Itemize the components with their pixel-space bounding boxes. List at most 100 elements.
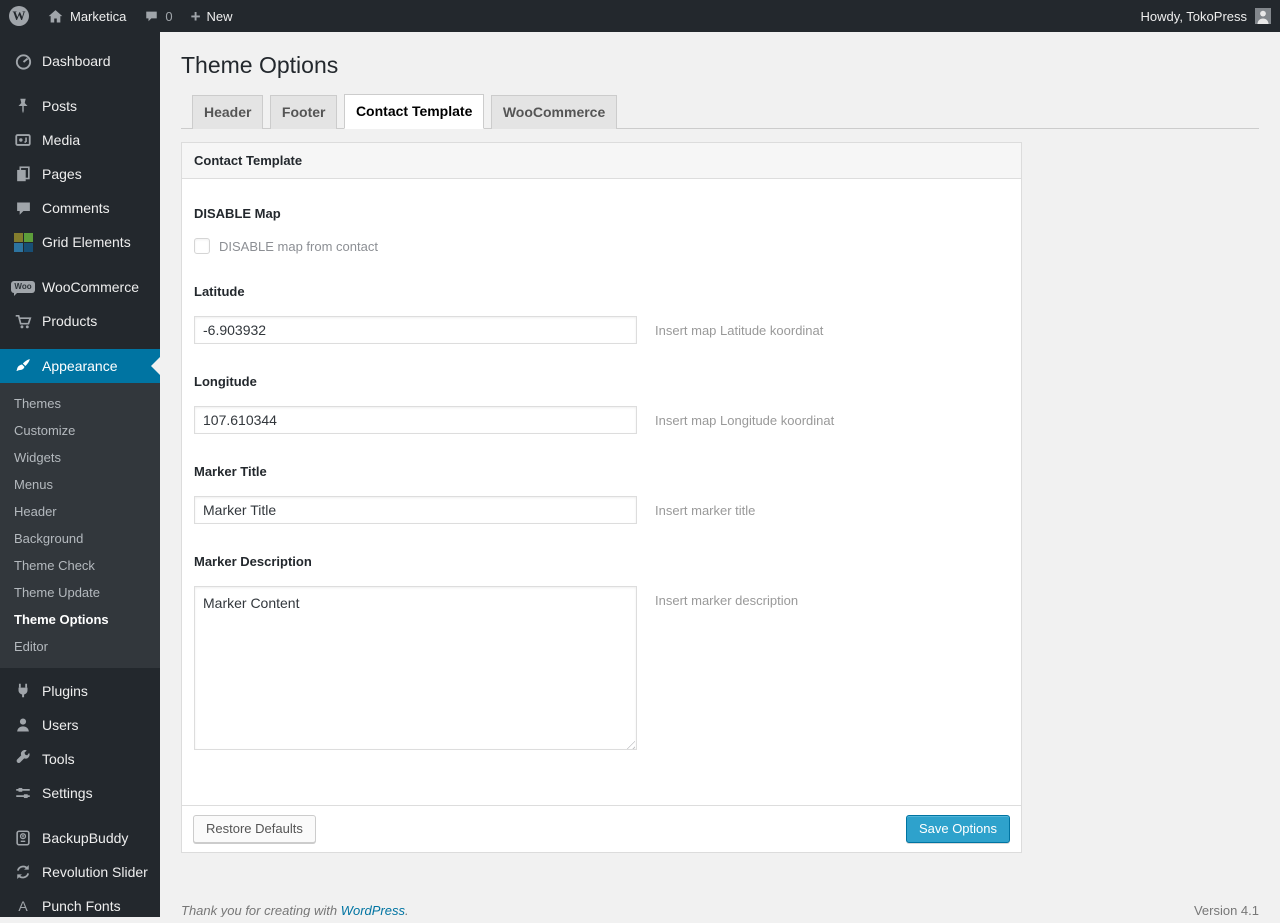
tab-bar: Header Footer Contact Template WooCommer… xyxy=(181,94,1259,129)
sidebar-item-dashboard[interactable]: Dashboard xyxy=(0,44,160,78)
sidebar-item-label: Punch Fonts xyxy=(42,898,121,914)
comments-counter[interactable]: 0 xyxy=(135,0,181,32)
sidebar-item-label: Grid Elements xyxy=(42,234,131,250)
tab-woocommerce[interactable]: WooCommerce xyxy=(490,95,618,129)
sidebar-item-label: Settings xyxy=(42,785,93,801)
comment-bubble-icon xyxy=(144,9,159,24)
submenu-item-menus[interactable]: Menus xyxy=(0,471,160,498)
field-longitude: Longitude Insert map Longitude koordinat xyxy=(194,374,1009,434)
sidebar-item-pages[interactable]: Pages xyxy=(0,157,160,191)
submenu-item-header[interactable]: Header xyxy=(0,498,160,525)
comment-count: 0 xyxy=(165,8,173,24)
sidebar-item-revolution-slider[interactable]: Revolution Slider xyxy=(0,855,160,889)
avatar xyxy=(1255,8,1271,24)
submenu-item-customize[interactable]: Customize xyxy=(0,417,160,444)
media-icon xyxy=(13,130,33,150)
sidebar-item-label: Media xyxy=(42,132,81,148)
latitude-input[interactable] xyxy=(194,316,637,344)
sidebar-item-label: Products xyxy=(42,313,98,329)
sidebar-item-plugins[interactable]: Plugins xyxy=(0,674,160,708)
tab-footer[interactable]: Footer xyxy=(269,95,338,129)
admin-bar: W Marketica 0 + New Howdy, TokoPress xyxy=(0,0,1280,32)
main-content: Theme Options Header Footer Contact Temp… xyxy=(160,32,1280,917)
disable-map-checkbox[interactable] xyxy=(194,238,210,254)
longitude-input[interactable] xyxy=(194,406,637,434)
field-label: Marker Title xyxy=(194,464,267,479)
submenu-item-themes[interactable]: Themes xyxy=(0,390,160,417)
user-icon xyxy=(13,715,33,735)
marker-title-input[interactable] xyxy=(194,496,637,524)
submenu-item-background[interactable]: Background xyxy=(0,525,160,552)
sidebar-item-label: BackupBuddy xyxy=(42,830,129,846)
pages-icon xyxy=(13,164,33,184)
sidebar-item-tools[interactable]: Tools xyxy=(0,742,160,776)
panel-footer: Restore Defaults Save Options xyxy=(182,805,1021,852)
marker-description-textarea[interactable]: Marker Content xyxy=(194,586,637,750)
sidebar-item-products[interactable]: Products xyxy=(0,304,160,338)
wordpress-link[interactable]: WordPress xyxy=(341,903,405,917)
howdy-text: Howdy, TokoPress xyxy=(1140,8,1247,24)
site-name: Marketica xyxy=(70,8,127,24)
my-account-menu[interactable]: Howdy, TokoPress xyxy=(1132,0,1280,32)
footer-thanks: Thank you for creating with WordPress. xyxy=(181,903,409,917)
field-hint: Insert map Longitude koordinat xyxy=(655,413,835,428)
submenu-item-editor[interactable]: Editor xyxy=(0,633,160,660)
sidebar-item-label: Revolution Slider xyxy=(42,864,148,880)
tab-header[interactable]: Header xyxy=(192,95,264,129)
submenu-item-theme-check[interactable]: Theme Check xyxy=(0,552,160,579)
sidebar-item-grid-elements[interactable]: Grid Elements xyxy=(0,225,160,259)
rotate-arrows-icon xyxy=(13,862,33,882)
field-label: DISABLE Map xyxy=(194,206,281,221)
wrench-icon xyxy=(13,749,33,769)
sidebar-item-label: Users xyxy=(42,717,79,733)
woocommerce-badge-icon: Woo xyxy=(11,277,35,297)
home-icon xyxy=(47,8,64,25)
new-label: New xyxy=(206,8,233,24)
sliders-icon xyxy=(13,783,33,803)
wordpress-logo-menu[interactable]: W xyxy=(0,0,38,32)
comment-bubble-icon xyxy=(13,198,33,218)
sidebar-item-label: Pages xyxy=(42,166,82,182)
sidebar-item-backupbuddy[interactable]: BackupBuddy xyxy=(0,821,160,855)
sidebar-item-label: WooCommerce xyxy=(42,279,139,295)
sidebar-item-comments[interactable]: Comments xyxy=(0,191,160,225)
sidebar-item-label: Dashboard xyxy=(42,53,111,69)
restore-defaults-button[interactable]: Restore Defaults xyxy=(193,815,316,843)
backup-drive-icon xyxy=(13,828,33,848)
checkbox-label: DISABLE map from contact xyxy=(219,238,378,254)
plug-icon xyxy=(13,681,33,701)
submenu-item-widgets[interactable]: Widgets xyxy=(0,444,160,471)
save-options-button[interactable]: Save Options xyxy=(905,815,1010,843)
submenu-item-theme-update[interactable]: Theme Update xyxy=(0,579,160,606)
page-footer: Thank you for creating with WordPress. V… xyxy=(181,903,1259,917)
cart-icon xyxy=(13,311,33,331)
sidebar-item-users[interactable]: Users xyxy=(0,708,160,742)
submenu-item-theme-options[interactable]: Theme Options xyxy=(0,606,160,633)
letter-a-icon: A xyxy=(18,898,28,914)
grid-elements-icon xyxy=(13,232,33,252)
site-name-menu[interactable]: Marketica xyxy=(38,0,135,32)
sidebar-item-label: Appearance xyxy=(42,358,118,374)
wordpress-logo-icon: W xyxy=(9,6,29,26)
sidebar-item-woocommerce[interactable]: Woo WooCommerce xyxy=(0,270,160,304)
sidebar-item-settings[interactable]: Settings xyxy=(0,776,160,810)
pushpin-icon xyxy=(13,96,33,116)
field-hint: Insert marker description xyxy=(655,593,799,608)
sidebar-item-appearance[interactable]: Appearance xyxy=(0,349,160,383)
appearance-submenu: Themes Customize Widgets Menus Header Ba… xyxy=(0,383,160,668)
new-content-menu[interactable]: + New xyxy=(182,0,242,32)
tab-contact-template[interactable]: Contact Template xyxy=(343,94,485,129)
field-hint: Insert map Latitude koordinat xyxy=(655,323,824,338)
sidebar-item-label: Plugins xyxy=(42,683,88,699)
brush-icon xyxy=(13,356,33,376)
page-title: Theme Options xyxy=(181,52,339,78)
sidebar-item-label: Comments xyxy=(42,200,110,216)
sidebar-item-label: Tools xyxy=(42,751,75,767)
sidebar-item-posts[interactable]: Posts xyxy=(0,89,160,123)
dashboard-icon xyxy=(13,51,33,71)
version-label: Version 4.1 xyxy=(1193,903,1259,917)
sidebar-item-punch-fonts[interactable]: A Punch Fonts xyxy=(0,889,160,923)
sidebar-item-media[interactable]: Media xyxy=(0,123,160,157)
field-marker-title: Marker Title Insert marker title xyxy=(194,464,1009,524)
field-disable-map: DISABLE Map DISABLE map from contact xyxy=(194,206,1009,254)
